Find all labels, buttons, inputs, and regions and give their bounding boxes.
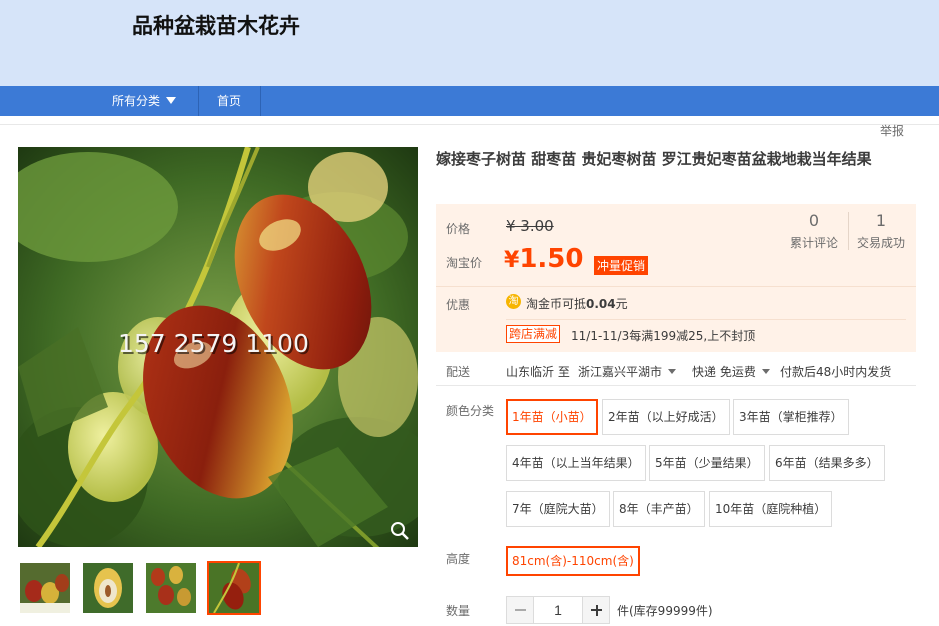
delivery-method-select[interactable]: 快递 免运费: [692, 363, 770, 380]
original-price: ¥ 3.00: [506, 217, 554, 235]
panel-divider: [506, 319, 906, 320]
thumbnail[interactable]: [81, 561, 135, 615]
coin-text-prefix: 淘金币可抵: [526, 297, 587, 311]
quantity-decrease-button[interactable]: [506, 596, 534, 624]
delivery-destination-select[interactable]: 浙江嘉兴平湖市: [578, 363, 677, 380]
page-divider: [0, 124, 939, 125]
delivery-from: 山东临沂 至: [506, 365, 570, 379]
reviews-count: 0: [808, 211, 820, 230]
nav-all-categories-label: 所有分类: [112, 94, 161, 108]
currency-symbol: ¥: [504, 248, 520, 273]
shop-header: 品种盆栽苗木花卉: [0, 0, 939, 86]
zoom-icon[interactable]: [390, 521, 410, 541]
sku-option[interactable]: 6年苗（结果多多）: [769, 445, 885, 481]
report-link[interactable]: 举报: [880, 122, 904, 139]
cross-store-discount-text: 11/1-11/3每满199减25,上不封顶: [571, 329, 756, 343]
coin-discount-text: 淘金币可抵0.04元: [526, 295, 628, 312]
sku-option[interactable]: 8年（丰产苗）: [613, 491, 705, 527]
shop-navbar: 所有分类 首页: [0, 86, 939, 116]
stock-text: 件(库存99999件): [617, 604, 713, 618]
delivery-label: 配送: [446, 365, 471, 379]
height-label: 高度: [446, 552, 471, 566]
price-panel: 价格 ¥ 3.00 淘宝价 ¥1.50 冲量促销 0 累计评论 1 交易成功 优…: [436, 204, 916, 352]
sku-option[interactable]: 7年（庭院大苗）: [506, 491, 610, 527]
taojinbi-coin-icon: 淘: [506, 294, 521, 309]
image-watermark: 157 2579 1100: [118, 329, 309, 358]
row-divider: [436, 385, 916, 386]
taobao-price-label: 淘宝价: [446, 256, 483, 270]
product-title: 嫁接枣子树苗 甜枣苗 贵妃枣树苗 罗江贵妃枣苗盆栽地栽当年结果: [436, 150, 872, 168]
coin-text-suffix: 元: [615, 297, 628, 311]
main-product-image[interactable]: 157 2579 1100 157 2579 1100: [18, 147, 418, 547]
panel-divider: [436, 286, 916, 287]
color-label: 颜色分类: [446, 404, 495, 418]
sku-option[interactable]: 10年苗（庭院种植）: [709, 491, 833, 527]
thumbnail-active[interactable]: [207, 561, 261, 615]
nav-home[interactable]: 首页: [198, 86, 260, 116]
height-option-selected[interactable]: 81cm(含)-110cm(含): [506, 546, 640, 576]
nav-divider: [260, 86, 261, 116]
sku-option[interactable]: 3年苗（掌柜推荐）: [733, 399, 849, 435]
thumbnail[interactable]: [144, 561, 198, 615]
quantity-label: 数量: [446, 604, 471, 618]
delivery-method: 快递 免运费: [692, 365, 756, 379]
sku-option[interactable]: 2年苗（以上好成活）: [602, 399, 730, 435]
discount-label: 优惠: [446, 298, 471, 312]
sales-count: 1: [875, 211, 887, 230]
sku-option[interactable]: 4年苗（以上当年结果）: [506, 445, 646, 481]
coin-amount: 0.04: [586, 297, 616, 311]
caret-down-icon: [166, 97, 177, 104]
taobao-price-value: 1.50: [519, 244, 584, 274]
cross-store-discount-tag[interactable]: 跨店满减: [506, 325, 561, 343]
thumbnail[interactable]: [18, 561, 72, 615]
shop-name[interactable]: 品种盆栽苗木花卉: [132, 10, 300, 40]
taobao-price: ¥1.50: [504, 244, 583, 274]
quantity-input[interactable]: [533, 596, 583, 624]
nav-all-categories[interactable]: 所有分类: [98, 86, 198, 116]
jujube-photo: 157 2579 1100 157 2579 1100: [18, 147, 418, 547]
delivery-destination: 浙江嘉兴平湖市: [578, 365, 663, 379]
chevron-down-icon: [668, 369, 677, 374]
sku-option-selected[interactable]: 1年苗（小苗）: [506, 399, 598, 435]
sales-label: 交易成功: [856, 236, 905, 250]
sku-option[interactable]: 5年苗（少量结果）: [649, 445, 765, 481]
chevron-down-icon: [761, 369, 770, 374]
reviews-stat[interactable]: 0 累计评论: [780, 210, 848, 251]
sales-stat: 1 交易成功: [847, 210, 915, 251]
promo-tag: 冲量促销: [594, 256, 649, 275]
price-label: 价格: [446, 222, 471, 236]
ship-time: 付款后48小时内发货: [780, 365, 892, 379]
quantity-increase-button[interactable]: [582, 596, 610, 624]
reviews-label: 累计评论: [789, 236, 838, 250]
